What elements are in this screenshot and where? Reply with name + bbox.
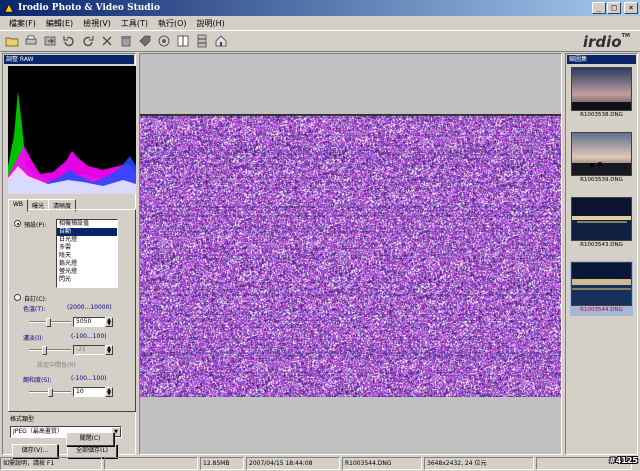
wb-preset-list[interactable]: 相機預設值 自動 日光燈 多雲 陰天 鎢光燈 螢光燈 閃光 bbox=[56, 219, 118, 288]
thumbnail-item[interactable]: R1003539.DNG bbox=[570, 131, 633, 186]
wb-preset-item[interactable]: 陰天 bbox=[57, 252, 117, 260]
wb-preset-item[interactable]: 閃光 bbox=[57, 276, 117, 284]
tint-range: (-100...100) bbox=[71, 333, 107, 340]
thumbnail-item[interactable]: R1003543.DNG bbox=[570, 196, 633, 251]
thumbnail-panel-caption: 縮圖集 bbox=[567, 55, 636, 64]
image-preview-area[interactable] bbox=[139, 53, 562, 455]
minimize-button[interactable]: _ bbox=[592, 2, 606, 14]
menu-help[interactable]: 說明(H) bbox=[192, 18, 230, 29]
wb-preset-item[interactable]: 日光燈 bbox=[57, 236, 117, 244]
wb-preset-item-selected[interactable]: 自動 bbox=[57, 228, 117, 236]
cut-icon[interactable] bbox=[98, 32, 116, 50]
tag-icon[interactable] bbox=[136, 32, 154, 50]
delete-icon[interactable] bbox=[117, 32, 135, 50]
thumbnail-name: R1003539.DNG bbox=[580, 177, 623, 183]
thumbnail-name: R1003544.DNG bbox=[580, 307, 623, 313]
menu-edit[interactable]: 編輯(E) bbox=[41, 18, 78, 29]
thumbnail-item[interactable]: R1003538.DNG bbox=[570, 66, 633, 121]
save-all-button[interactable]: 全部儲存(L) bbox=[67, 444, 117, 458]
temp-spinner[interactable]: ▲ ▼ bbox=[105, 317, 113, 327]
window-title: Irodio Photo & Video Studio bbox=[18, 3, 160, 13]
tint-spinner[interactable]: ▲ ▼ bbox=[105, 345, 113, 355]
status-help: 如需說明，請按 F1 bbox=[0, 457, 102, 470]
status-file: R1003544.DNG bbox=[342, 457, 422, 470]
menu-tools[interactable]: 工具(T) bbox=[116, 18, 153, 29]
temp-range: (2000...10000) bbox=[67, 304, 112, 311]
image-id-badge: #4125 bbox=[609, 456, 638, 465]
preset-label: 預設(P): bbox=[24, 222, 47, 229]
wb-preset-item[interactable]: 相機預設值 bbox=[57, 220, 117, 228]
irodio-logo: irdioTM bbox=[582, 33, 630, 51]
toolbar: irdioTM bbox=[0, 30, 640, 52]
export-icon[interactable] bbox=[41, 32, 59, 50]
split-view-icon[interactable] bbox=[174, 32, 192, 50]
tint-label: 濃淡(I): bbox=[23, 335, 44, 342]
raw-adjust-panel: 調整 RAW WB 曝光 清晰度 預設(P): 相機預設值 自動 日光燈 多雲 … bbox=[2, 53, 136, 458]
status-date: 2007/04/15 18:44:08 bbox=[246, 457, 340, 470]
close-window-button[interactable]: × bbox=[624, 2, 638, 14]
thumbnail-image[interactable] bbox=[571, 67, 632, 111]
custom-radio[interactable] bbox=[14, 294, 21, 301]
histogram bbox=[8, 66, 136, 194]
status-bar: 如需說明，請按 F1 12.85MB 2007/04/15 18:44:08 R… bbox=[0, 457, 640, 471]
home-icon[interactable] bbox=[212, 32, 230, 50]
saturation-slider[interactable] bbox=[29, 388, 71, 397]
temp-label: 色溫(T): bbox=[23, 306, 46, 313]
saturation-range: (-100...100) bbox=[71, 375, 107, 382]
preview-image[interactable] bbox=[140, 114, 561, 397]
thumbnail-name: R1003538.DNG bbox=[580, 112, 623, 118]
close-button[interactable]: 關閉(C) bbox=[66, 432, 114, 446]
open-folder-icon[interactable] bbox=[3, 32, 21, 50]
thumbnail-name: R1003543.DNG bbox=[580, 242, 623, 248]
wb-preset-item[interactable]: 鎢光燈 bbox=[57, 260, 117, 268]
menu-bar: 檔案(F) 編輯(E) 檢視(V) 工具(T) 執行(O) 說明(H) bbox=[0, 16, 640, 30]
menu-view[interactable]: 檢視(V) bbox=[78, 18, 116, 29]
status-size: 12.85MB bbox=[200, 457, 244, 470]
wb-preset-item[interactable]: 多雲 bbox=[57, 244, 117, 252]
rotate-right-icon[interactable] bbox=[79, 32, 97, 50]
temp-slider-thumb[interactable] bbox=[46, 318, 51, 327]
raw-panel-caption: 調整 RAW bbox=[4, 55, 134, 64]
status-dims: 3648x2432, 24 位元 bbox=[424, 457, 534, 470]
saturation-spinner[interactable]: ▲ ▼ bbox=[105, 387, 113, 397]
app-icon bbox=[4, 3, 14, 13]
custom-label: 自訂(C): bbox=[24, 296, 47, 303]
thumbnail-image[interactable] bbox=[571, 262, 632, 306]
wb-preset-item[interactable]: 螢光燈 bbox=[57, 268, 117, 276]
filmstrip-icon[interactable] bbox=[193, 32, 211, 50]
thumbnail-image[interactable] bbox=[571, 132, 632, 176]
save-button[interactable]: 儲存(V)... bbox=[12, 444, 58, 458]
rotate-left-icon[interactable] bbox=[60, 32, 78, 50]
tint-slider[interactable] bbox=[29, 346, 71, 355]
title-bar: Irodio Photo & Video Studio _ □ × bbox=[0, 0, 640, 16]
maximize-button[interactable]: □ bbox=[607, 2, 621, 14]
print-icon[interactable] bbox=[22, 32, 40, 50]
color-icon[interactable] bbox=[155, 32, 173, 50]
wb-tab-panel: 預設(P): 相機預設值 自動 日光燈 多雲 陰天 鎢光燈 螢光燈 閃光 自訂(… bbox=[8, 209, 136, 412]
saturation-slider-thumb[interactable] bbox=[48, 388, 53, 397]
menu-file[interactable]: 檔案(F) bbox=[4, 18, 41, 29]
temp-slider[interactable] bbox=[29, 318, 71, 327]
set-gray-button[interactable]: 設定中間色(R) bbox=[37, 360, 76, 369]
tab-wb[interactable]: WB bbox=[8, 199, 29, 212]
thumbnail-item-selected[interactable]: R1003544.DNG bbox=[570, 261, 633, 316]
thumbnail-panel: 縮圖集 R1003538.DNG R1003539.DNG R1003543.D… bbox=[565, 53, 638, 455]
status-empty bbox=[104, 457, 198, 470]
tint-slider-thumb[interactable] bbox=[42, 346, 47, 355]
format-type-value: JPEG（最高畫質） bbox=[13, 428, 63, 435]
thumbnail-image[interactable] bbox=[571, 197, 632, 241]
saturation-label: 飽和度(S): bbox=[23, 377, 52, 384]
preset-radio[interactable] bbox=[14, 220, 21, 227]
format-type-label: 格式類型 bbox=[10, 416, 35, 423]
menu-execute[interactable]: 執行(O) bbox=[153, 18, 192, 29]
